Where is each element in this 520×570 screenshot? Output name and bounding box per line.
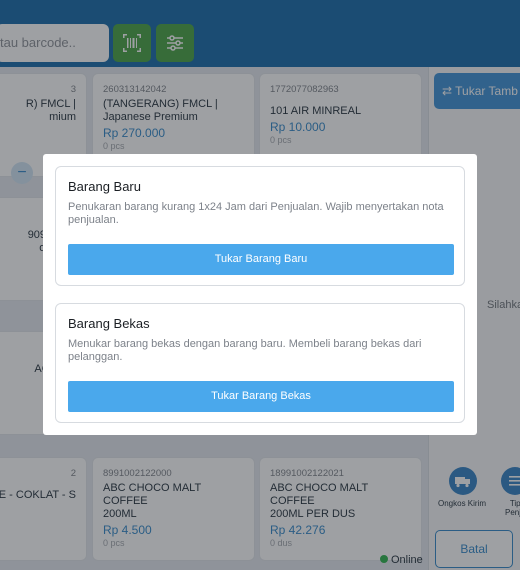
tukar-barang-baru-button[interactable]: Tukar Barang Baru [68,244,454,275]
option-title: Barang Bekas [68,316,150,331]
option-title: Barang Baru [68,179,141,194]
option-description: Menukar barang bekas dengan barang baru.… [68,338,422,363]
tukar-barang-dialog: Barang Baru Penukaran barang kurang 1x24… [43,154,477,435]
option-barang-baru: Barang Baru Penukaran barang kurang 1x24… [55,166,465,286]
option-description: Penukaran barang kurang 1x24 Jam dari Pe… [68,201,444,226]
tukar-barang-bekas-button[interactable]: Tukar Barang Bekas [68,381,454,412]
option-barang-bekas: Barang Bekas Menukar barang bekas dengan… [55,303,465,423]
